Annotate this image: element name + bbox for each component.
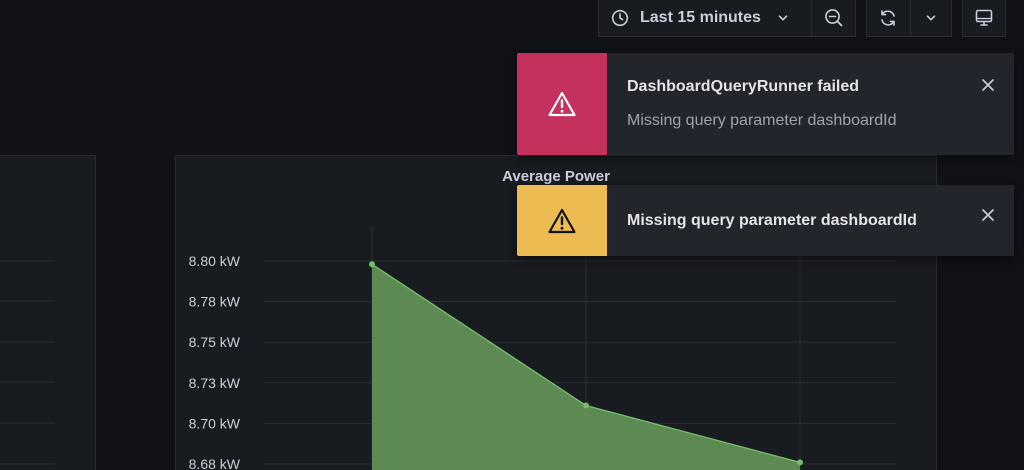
data-point: [797, 459, 803, 466]
toast-title: DashboardQueryRunner failed: [627, 78, 860, 95]
toast-icon-block: [517, 185, 607, 256]
y-tick-label: 8.68 kW: [189, 456, 241, 470]
dashboard-canvas: Last 15 minutes 8.80 kW 8.78 kW 8.75 kW …: [0, 0, 1024, 470]
chevron-down-icon: [925, 12, 937, 24]
exclamation-triangle-icon: [547, 207, 577, 235]
refresh-icon: [878, 8, 898, 28]
y-tick-label: 8.78 kW: [189, 294, 241, 310]
data-point: [369, 261, 375, 268]
zoom-out-button[interactable]: [811, 0, 855, 36]
close-icon: [981, 208, 995, 222]
toast-title: Missing query parameter dashboardId: [627, 211, 917, 229]
data-point: [583, 402, 589, 409]
warning-toast: Missing query parameter dashboardId: [517, 185, 1014, 256]
time-range-label: Last 15 minutes: [640, 9, 761, 26]
toast-icon-block: [517, 53, 607, 155]
time-range-toolbar: Last 15 minutes: [598, 0, 856, 37]
left-panel-grid: [0, 260, 55, 465]
error-toast: DashboardQueryRunner failed Missing quer…: [517, 53, 1014, 155]
exclamation-triangle-icon: [547, 90, 577, 118]
time-range-picker-button[interactable]: Last 15 minutes: [599, 0, 811, 36]
refresh-interval-dropdown[interactable]: [909, 0, 951, 36]
toast-close-button[interactable]: [979, 76, 997, 94]
toast-close-button[interactable]: [979, 206, 997, 224]
y-tick-label: 8.75 kW: [189, 334, 241, 350]
panel-title: Average Power: [502, 168, 610, 185]
tv-mode-button[interactable]: [962, 0, 1006, 37]
monitor-icon: [974, 8, 994, 28]
chevron-down-icon: [777, 12, 789, 24]
y-tick-label: 8.80 kW: [189, 253, 241, 269]
refresh-toolbar: [866, 0, 952, 37]
toast-body: DashboardQueryRunner failed Missing quer…: [607, 53, 1014, 155]
clock-icon: [611, 9, 629, 27]
y-tick-label: 8.73 kW: [189, 375, 241, 391]
dashboard-panel-left: [0, 155, 96, 470]
y-tick-label: 8.70 kW: [189, 415, 241, 431]
refresh-button[interactable]: [867, 0, 910, 36]
toast-description: Missing query parameter dashboardId: [627, 112, 897, 129]
zoom-out-icon: [824, 8, 844, 28]
toast-body: Missing query parameter dashboardId: [607, 185, 1014, 256]
close-icon: [981, 78, 995, 92]
